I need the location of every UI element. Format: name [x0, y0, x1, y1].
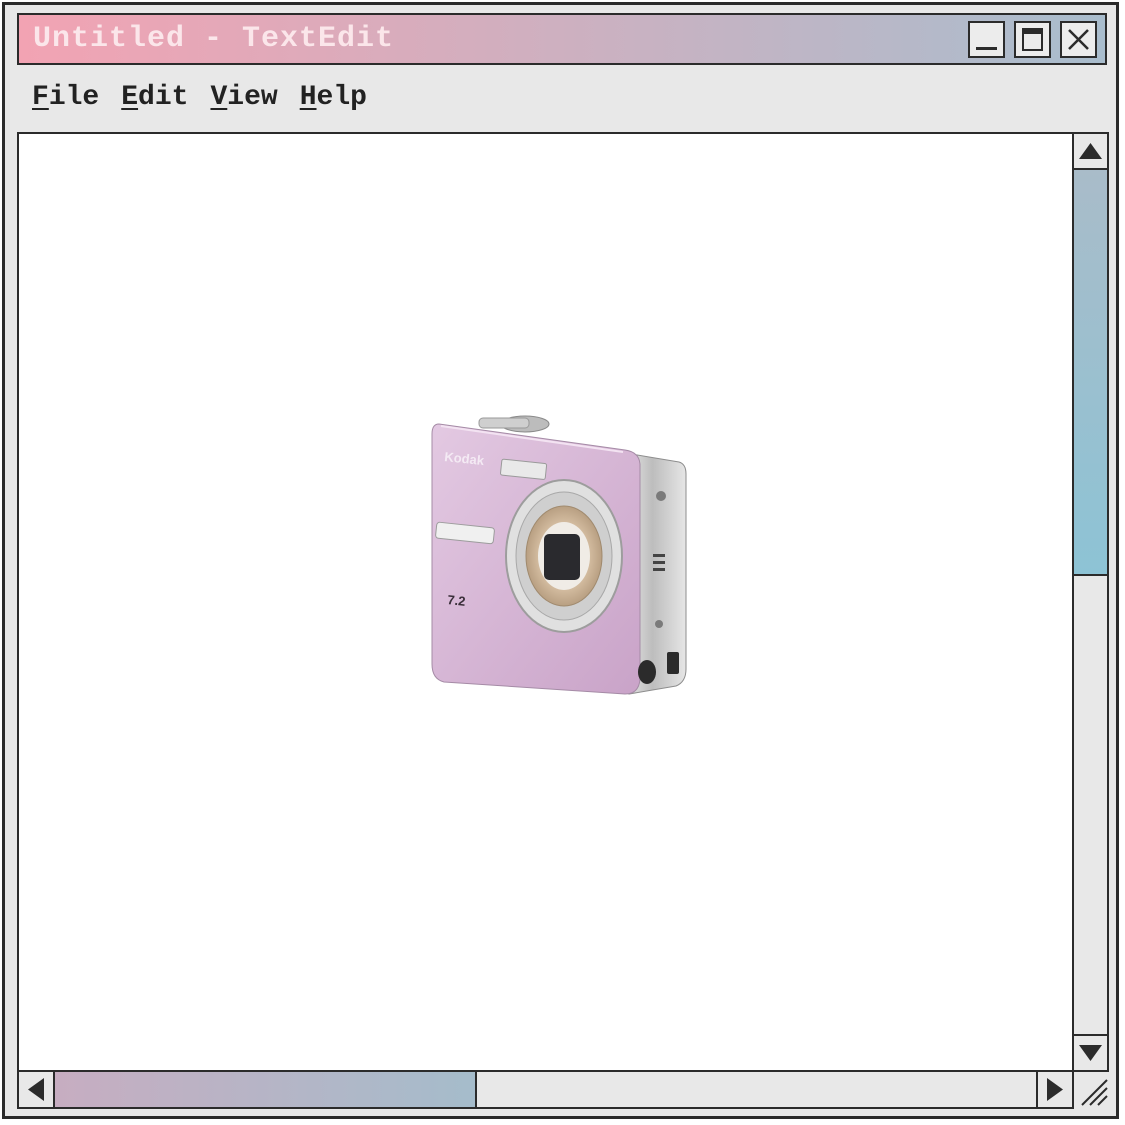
menu-edit-label: dit	[138, 82, 189, 113]
scroll-right-icon	[1047, 1078, 1063, 1101]
menu-help[interactable]: Help	[300, 82, 367, 126]
menu-help-label: elp	[316, 82, 367, 113]
minimize-icon	[976, 47, 997, 50]
maximize-icon	[1022, 28, 1043, 51]
menu-view[interactable]: View	[210, 82, 277, 126]
vertical-scroll-thumb[interactable]	[1074, 170, 1107, 576]
scroll-down-button[interactable]	[1074, 1034, 1107, 1070]
window-title: Untitled - TextEdit	[33, 22, 395, 56]
scroll-left-button[interactable]	[19, 1072, 55, 1107]
scroll-up-button[interactable]	[1074, 134, 1107, 170]
camera-image: Kodak 7.2	[431, 415, 687, 695]
menu-bar: File Edit View Help	[32, 82, 367, 126]
title-bar[interactable]: Untitled - TextEdit	[17, 13, 1107, 65]
menu-help-accelerator: H	[299, 82, 317, 113]
scroll-left-icon	[28, 1078, 44, 1101]
scroll-right-button[interactable]	[1036, 1072, 1072, 1107]
menu-edit[interactable]: Edit	[121, 82, 188, 126]
minimize-button[interactable]	[968, 21, 1005, 58]
scroll-up-icon	[1079, 143, 1102, 159]
window-controls	[968, 21, 1097, 58]
menu-view-accelerator: V	[210, 82, 228, 113]
maximize-button[interactable]	[1014, 21, 1051, 58]
close-icon	[1068, 29, 1089, 50]
textedit-window: Untitled - TextEdit File Edit View H elp…	[2, 2, 1119, 1119]
menu-file-label: ile	[48, 82, 100, 113]
menu-file[interactable]: File	[32, 82, 99, 126]
document-area[interactable]: Kodak 7.2	[17, 132, 1074, 1072]
horizontal-scroll-thumb[interactable]	[55, 1072, 477, 1107]
scroll-down-icon	[1079, 1045, 1102, 1061]
vertical-scrollbar[interactable]	[1072, 132, 1109, 1072]
resize-grip[interactable]	[1074, 1072, 1109, 1107]
menu-edit-accelerator: E	[121, 82, 139, 113]
menu-view-label: iew	[227, 82, 278, 113]
horizontal-scrollbar[interactable]	[17, 1070, 1074, 1109]
camera-megapixel-label: 7.2	[447, 592, 467, 609]
close-button[interactable]	[1060, 21, 1097, 58]
resize-grip-icon	[1081, 1079, 1108, 1106]
menu-file-accelerator: F	[32, 82, 49, 113]
